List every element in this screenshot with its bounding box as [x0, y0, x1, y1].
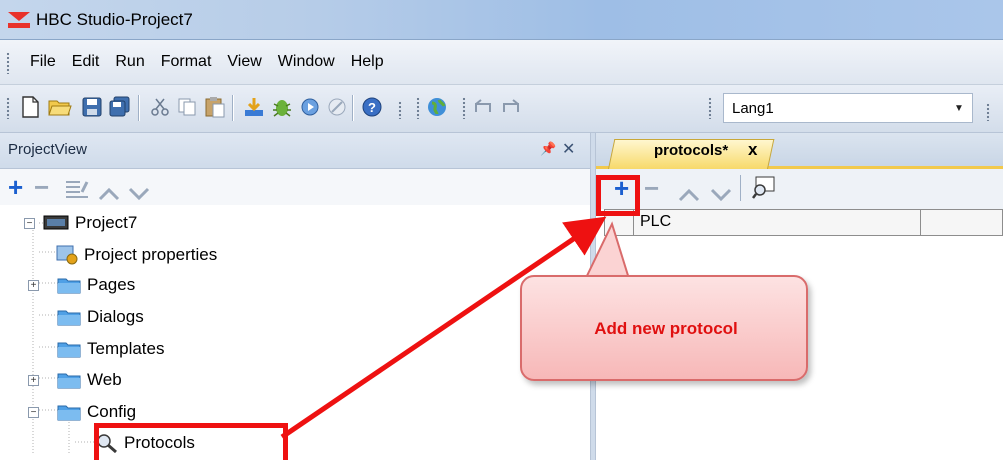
folder-icon — [57, 405, 81, 421]
menu-bar: File Edit Run Format View Window Help — [0, 40, 1003, 85]
project-view-toolbar: + − — [0, 169, 590, 205]
new-file-icon[interactable] — [18, 95, 42, 119]
expand-icon[interactable]: + — [28, 279, 39, 291]
chevron-down-icon[interactable]: ▼ — [950, 100, 968, 118]
toolbar-grip[interactable] — [6, 97, 10, 119]
add-icon[interactable]: + — [8, 173, 23, 201]
close-icon[interactable]: ✕ — [562, 139, 575, 159]
tree-item-label: Project7 — [75, 213, 138, 232]
project-icon — [43, 215, 69, 230]
tab-protocols-label[interactable]: protocols* — [654, 142, 728, 159]
toolbar-grip[interactable] — [462, 97, 466, 119]
toolbar-grip[interactable] — [708, 97, 712, 119]
project-view-title: ProjectView — [8, 141, 87, 158]
protocols-grid-header: PLC — [604, 209, 1003, 236]
run-icon[interactable] — [298, 95, 322, 119]
move-up-icon[interactable] — [98, 179, 120, 207]
tree-item-web[interactable]: + Web — [28, 366, 122, 394]
folder-icon — [57, 342, 81, 358]
language-value: Lang1 — [732, 100, 774, 117]
toolbar-grip[interactable] — [416, 97, 420, 119]
pin-icon[interactable]: 📌 — [540, 141, 556, 157]
undo-icon[interactable] — [472, 95, 496, 119]
callout-text: Add new protocol — [594, 319, 738, 338]
main-toolbar: ? Lang1 ▼ — [0, 85, 1003, 133]
folder-icon — [57, 373, 81, 389]
protocols-toolbar: + − — [596, 169, 1003, 209]
copy-icon[interactable] — [175, 95, 199, 119]
collapse-icon[interactable]: − — [24, 217, 35, 229]
tab-close-button[interactable]: x — [748, 140, 757, 160]
toolbar-separator — [740, 175, 741, 201]
tree-item-templates[interactable]: Templates — [57, 335, 164, 363]
app-logo-icon — [8, 12, 30, 28]
window-title: HBC Studio-Project7 — [36, 10, 193, 29]
folder-icon — [57, 310, 81, 326]
tree-item-label: Templates — [87, 339, 165, 358]
tree-item-label: Pages — [87, 275, 136, 294]
project-tree: − Project7 Project properties + Pages Di… — [0, 205, 590, 460]
cut-icon[interactable] — [148, 95, 172, 119]
rename-icon[interactable] — [64, 177, 90, 205]
stop-icon[interactable] — [325, 95, 349, 119]
toolbar-grip[interactable] — [398, 101, 402, 119]
toolbar-separator — [232, 95, 233, 121]
move-up-icon[interactable] — [678, 179, 700, 209]
globe-icon[interactable] — [425, 95, 449, 119]
language-select[interactable]: Lang1 ▼ — [723, 93, 973, 123]
download-icon[interactable] — [242, 95, 266, 119]
menu-help[interactable]: Help — [343, 51, 392, 73]
open-folder-icon[interactable] — [48, 95, 72, 119]
tree-item-config[interactable]: − Config — [28, 398, 136, 426]
title-bar: HBC Studio-Project7 — [0, 0, 1003, 40]
folder-icon — [57, 278, 81, 294]
remove-icon[interactable]: − — [34, 173, 49, 201]
document-tabstrip: protocols* x — [596, 133, 1003, 169]
debug-bug-icon[interactable] — [270, 95, 294, 119]
help-icon[interactable]: ? — [360, 95, 384, 119]
svg-text:?: ? — [368, 100, 376, 115]
collapse-icon[interactable]: − — [28, 406, 39, 418]
protocols-item-highlight — [94, 423, 288, 460]
move-down-icon[interactable] — [128, 179, 150, 207]
tree-item-label: Config — [87, 402, 137, 421]
tree-item-project7[interactable]: − Project7 — [24, 209, 137, 237]
tree-item-pages[interactable]: + Pages — [28, 271, 135, 299]
add-button-highlight — [596, 175, 640, 216]
toolbar-separator — [138, 95, 139, 121]
save-icon[interactable] — [80, 95, 104, 119]
menu-edit[interactable]: Edit — [64, 51, 108, 73]
move-down-icon[interactable] — [710, 179, 732, 209]
save-all-icon[interactable] — [108, 95, 132, 119]
menubar-grip[interactable] — [6, 52, 10, 74]
menu-file[interactable]: File — [22, 51, 64, 73]
tree-item-label: Web — [87, 370, 122, 389]
menu-view[interactable]: View — [219, 51, 269, 73]
paste-icon[interactable] — [203, 95, 227, 119]
column-header-plc[interactable]: PLC — [633, 210, 921, 235]
menu-format[interactable]: Format — [153, 51, 220, 73]
tree-item-label: Dialogs — [87, 307, 144, 326]
tree-item-dialogs[interactable]: Dialogs — [57, 303, 144, 331]
callout-bubble: Add new protocol — [520, 275, 808, 381]
tree-item-project-properties[interactable]: Project properties — [56, 241, 217, 269]
configure-icon[interactable] — [752, 175, 776, 205]
menu-run[interactable]: Run — [107, 51, 152, 73]
expand-icon[interactable]: + — [28, 374, 39, 386]
remove-protocol-button[interactable]: − — [644, 173, 659, 203]
project-view-header: ProjectView 📌 ✕ — [0, 133, 590, 169]
toolbar-grip[interactable] — [986, 103, 990, 121]
tree-item-label: Project properties — [84, 245, 218, 264]
toolbar-separator — [352, 95, 353, 121]
redo-icon[interactable] — [500, 95, 524, 119]
properties-icon — [56, 245, 78, 265]
menu-window[interactable]: Window — [270, 51, 343, 73]
